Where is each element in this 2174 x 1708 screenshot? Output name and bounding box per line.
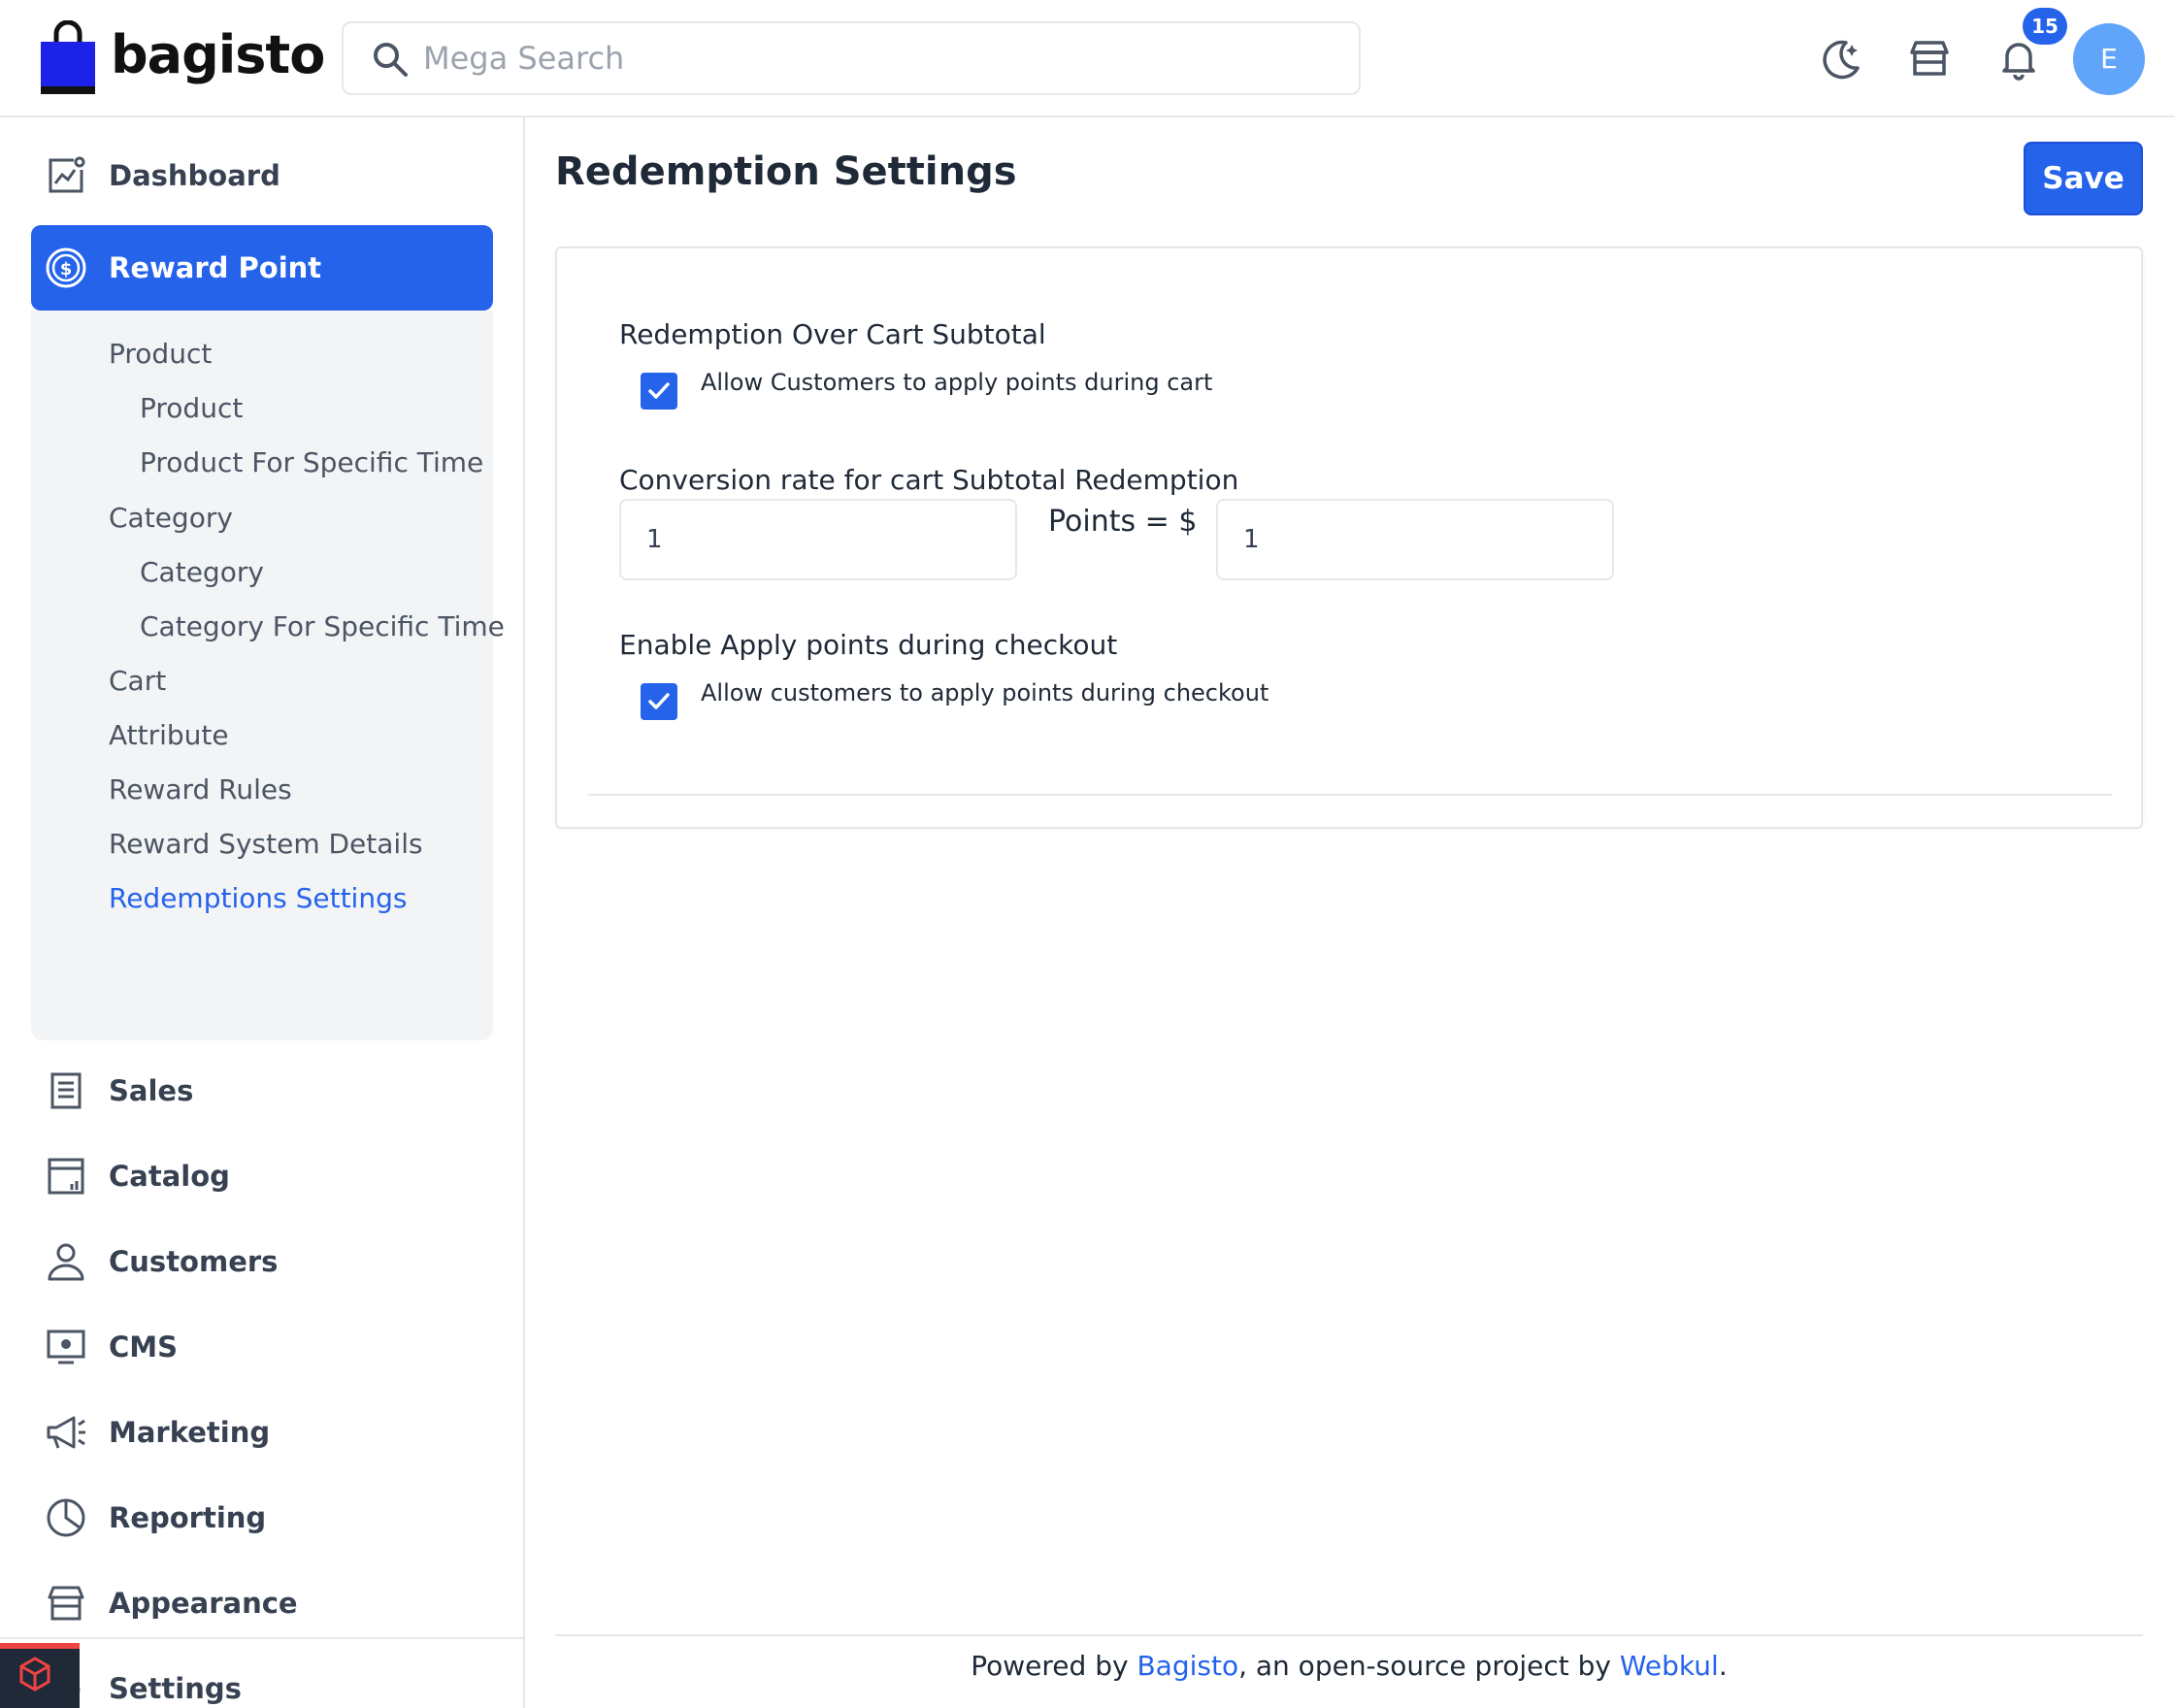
bagisto-logo[interactable]: bagisto: [39, 19, 325, 97]
user-avatar[interactable]: E: [2073, 23, 2145, 95]
sidebar-item-reward-point[interactable]: $ Reward Point: [31, 225, 493, 311]
sidebar-item-label: Settings: [109, 1672, 242, 1705]
submenu-category-group[interactable]: Category: [109, 502, 233, 534]
redemption-settings-card: Redemption Over Cart Subtotal Allow Cust…: [555, 246, 2143, 829]
sidebar-divider: [0, 1637, 523, 1639]
conversion-rate-label: Conversion rate for cart Subtotal Redemp…: [619, 464, 1239, 496]
submenu-product-specific-time[interactable]: Product For Specific Time: [140, 446, 483, 478]
sidebar-item-label: Sales: [109, 1074, 194, 1107]
megaphone-icon: [47, 1416, 85, 1449]
customers-icon: [48, 1243, 84, 1281]
amount-input[interactable]: [1216, 499, 1614, 580]
submenu-category[interactable]: Category: [140, 556, 264, 588]
notification-count-badge: 15: [2023, 8, 2067, 45]
sidebar-item-label: Reporting: [109, 1501, 267, 1534]
search-icon: [374, 43, 408, 77]
dark-mode-icon[interactable]: [1817, 35, 1863, 82]
footer-suffix: .: [1718, 1650, 1728, 1682]
dashboard-icon: [49, 156, 85, 193]
reward-point-icon: $: [46, 247, 86, 288]
allow-cart-points-text: Allow Customers to apply points during c…: [701, 369, 1213, 396]
mega-search-input[interactable]: Mega Search: [342, 21, 1361, 95]
submenu-redemptions-settings[interactable]: Redemptions Settings: [109, 882, 407, 914]
submenu-category-specific-time[interactable]: Category For Specific Time: [140, 610, 505, 642]
storefront-icon[interactable]: [1906, 35, 1953, 82]
webkul-link[interactable]: Webkul: [1620, 1650, 1719, 1682]
appearance-icon: [48, 1586, 84, 1621]
page-title: Redemption Settings: [555, 149, 1017, 194]
sidebar-item-label: Dashboard: [109, 159, 280, 192]
submenu-reward-rules[interactable]: Reward Rules: [109, 773, 292, 805]
submenu-cart[interactable]: Cart: [109, 665, 166, 697]
sidebar-item-appearance[interactable]: Appearance: [31, 1560, 493, 1646]
allow-cart-points-checkbox[interactable]: [641, 373, 677, 410]
footer-middle: , an open-source project by: [1238, 1650, 1620, 1682]
points-input[interactable]: [619, 499, 1017, 580]
shopping-bag-icon: [39, 19, 97, 96]
sidebar-item-settings[interactable]: Settings: [31, 1646, 493, 1708]
sidebar-item-sales[interactable]: Sales: [31, 1048, 493, 1133]
submenu-attribute[interactable]: Attribute: [109, 719, 229, 751]
submenu-product[interactable]: Product: [140, 392, 243, 424]
sidebar-item-customers[interactable]: Customers: [31, 1219, 493, 1304]
redemption-over-cart-label: Redemption Over Cart Subtotal: [619, 318, 1046, 350]
svg-text:$: $: [60, 259, 73, 279]
enable-checkout-points-label: Enable Apply points during checkout: [619, 629, 1118, 661]
footer-divider: [555, 1634, 2143, 1636]
top-header: bagisto Mega Search 15 E: [0, 0, 2174, 117]
reward-point-submenu: Product Product Product For Specific Tim…: [31, 311, 505, 1040]
checkmark-icon: [648, 693, 670, 709]
catalog-icon: [48, 1158, 84, 1195]
save-button[interactable]: Save: [2024, 142, 2143, 215]
allow-checkout-points-checkbox[interactable]: [641, 683, 677, 720]
sidebar-item-marketing[interactable]: Marketing: [31, 1390, 493, 1475]
bagisto-link[interactable]: Bagisto: [1136, 1650, 1238, 1682]
sidebar-item-label: Appearance: [109, 1587, 298, 1620]
points-equals-dollar-text: Points = $: [1048, 505, 1198, 539]
allow-checkout-points-text: Allow customers to apply points during c…: [701, 679, 1269, 706]
search-placeholder: Mega Search: [423, 40, 625, 77]
footer-prefix: Powered by: [971, 1650, 1137, 1682]
sidebar-item-label: Reward Point: [109, 251, 322, 284]
sidebar-item-label: Marketing: [109, 1416, 271, 1449]
sidebar-item-dashboard[interactable]: Dashboard: [31, 133, 493, 218]
cms-icon: [47, 1330, 85, 1364]
footer: Powered by Bagisto, an open-source proje…: [555, 1650, 2143, 1682]
submenu-reward-system-details[interactable]: Reward System Details: [109, 828, 423, 860]
brand-name: bagisto: [111, 24, 325, 85]
reporting-icon: [47, 1498, 85, 1537]
card-divider: [588, 794, 2112, 796]
sidebar-item-reporting[interactable]: Reporting: [31, 1475, 493, 1560]
submenu-product-group[interactable]: Product: [109, 338, 212, 370]
sidebar-item-label: CMS: [109, 1330, 179, 1363]
sidebar-item-label: Catalog: [109, 1160, 230, 1193]
laravel-debug-icon[interactable]: [0, 1643, 80, 1708]
sidebar-item-cms[interactable]: CMS: [31, 1304, 493, 1390]
checkmark-icon: [648, 382, 670, 399]
sidebar: Dashboard $ Reward Point Product Product…: [0, 117, 525, 1708]
sidebar-item-label: Customers: [109, 1245, 279, 1278]
sidebar-item-catalog[interactable]: Catalog: [31, 1133, 493, 1219]
sales-icon: [50, 1072, 82, 1109]
